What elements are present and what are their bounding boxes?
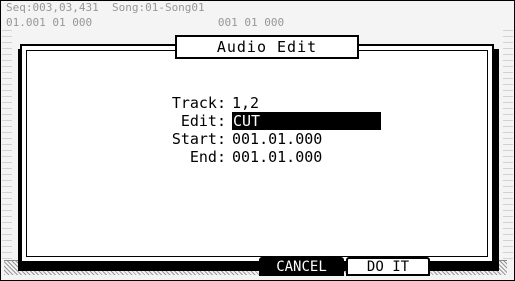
track-row[interactable]: Track: 1,2 xyxy=(146,94,406,112)
background-left-scale xyxy=(2,30,12,260)
cancel-button[interactable]: CANCEL xyxy=(259,257,344,276)
dialog-fields: Track: 1,2 Edit: CUT Start: 001.01.000 E… xyxy=(146,94,406,166)
edit-row[interactable]: Edit: CUT xyxy=(146,112,406,130)
dialog-title-tab: Audio Edit xyxy=(175,35,359,59)
track-value[interactable]: 1,2 xyxy=(232,94,259,112)
start-label: Start: xyxy=(171,130,226,148)
background-right-scale xyxy=(503,30,513,260)
softkey-row: CANCEL DO IT xyxy=(259,257,430,276)
background-locator-line: 01.001 01 000 001 01 000 xyxy=(6,16,285,29)
background-status-line: Seq:003,03,431 Song:01-Song01 xyxy=(6,1,205,14)
dialog-title: Audio Edit xyxy=(216,38,318,56)
do-it-button[interactable]: DO IT xyxy=(346,257,430,276)
lcd-screen: Seq:003,03,431 Song:01-Song01 01.001 01 … xyxy=(0,0,515,281)
edit-value-selected[interactable]: CUT xyxy=(232,112,381,130)
end-label: End: xyxy=(189,148,226,166)
end-row[interactable]: End: 001.01.000 xyxy=(146,148,406,166)
track-label: Track: xyxy=(171,94,226,112)
start-row[interactable]: Start: 001.01.000 xyxy=(146,130,406,148)
end-value[interactable]: 001.01.000 xyxy=(232,148,322,166)
edit-label: Edit: xyxy=(180,112,226,130)
start-value[interactable]: 001.01.000 xyxy=(232,130,322,148)
